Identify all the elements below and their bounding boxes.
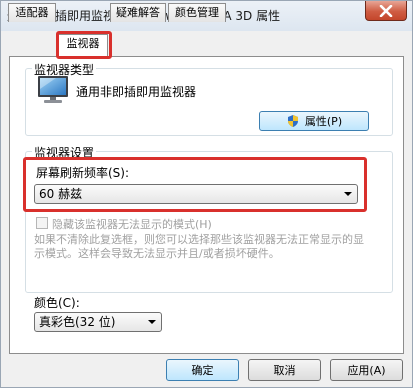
chevron-down-icon (148, 320, 156, 324)
tab-adapter[interactable]: 适配器 (8, 3, 56, 22)
properties-dialog: 通用非即插即用监视器 和 VMware SVGA 3D 属性 适配器 监视器 疑… (0, 0, 413, 388)
ok-button[interactable]: 确定 (166, 359, 239, 381)
close-button[interactable] (365, 1, 407, 21)
ok-button-label: 确定 (191, 364, 214, 377)
tab-color-management[interactable]: 颜色管理 (168, 3, 226, 22)
close-icon (379, 4, 393, 17)
monitor-tab-highlight (56, 31, 112, 59)
shield-icon (287, 115, 298, 127)
hide-modes-help-text: 如果不清除此复选框，则您可以选择那些该监视器无法正常显示的显示模式。这样会导致无… (34, 233, 364, 260)
colors-value: 真彩色(32 位) (39, 315, 116, 329)
hide-modes-label: 隐藏该监视器无法显示的模式(H) (52, 218, 212, 231)
colors-label: 颜色(C): (34, 296, 80, 310)
properties-button-label: 属性(P) (304, 115, 343, 128)
cancel-button[interactable]: 取消 (248, 359, 321, 381)
apply-button-label: 应用(A) (347, 364, 386, 377)
colors-select[interactable]: 真彩色(32 位) (34, 312, 162, 332)
monitor-name: 通用非即插即用监视器 (76, 85, 197, 99)
refresh-rate-highlight (23, 157, 367, 212)
tab-troubleshoot[interactable]: 疑难解答 (110, 3, 166, 22)
monitor-icon (38, 76, 68, 103)
properties-button[interactable]: 属性(P) (259, 111, 369, 131)
cancel-button-label: 取消 (273, 364, 296, 377)
apply-button[interactable]: 应用(A) (330, 359, 403, 381)
hide-modes-checkbox[interactable] (36, 217, 48, 229)
